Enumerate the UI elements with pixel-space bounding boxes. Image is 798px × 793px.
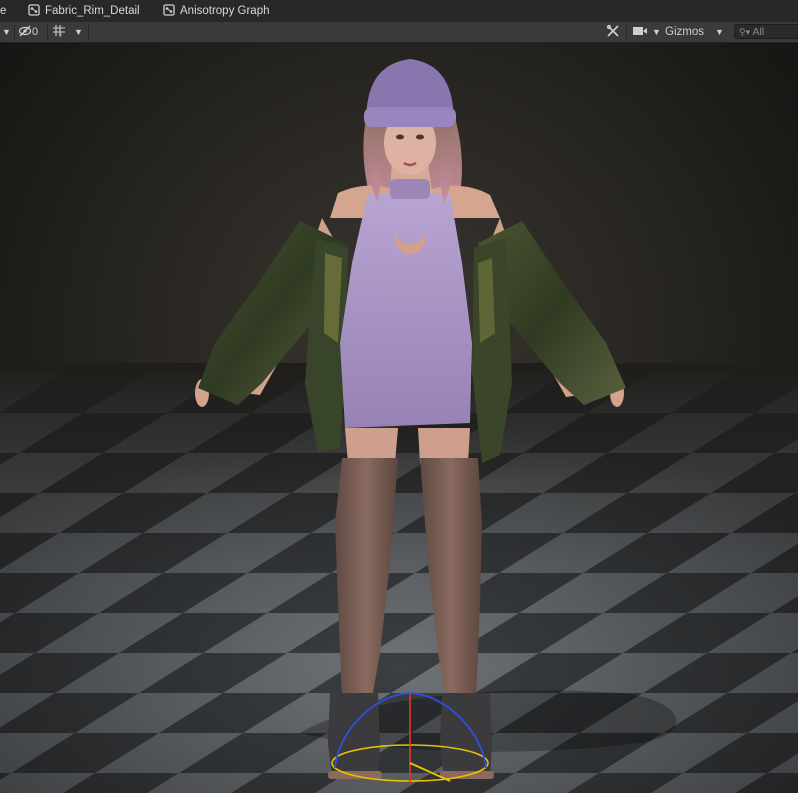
hidden-objects-toggle[interactable]: 0 bbox=[18, 23, 38, 41]
search-icon: ⚲▾ bbox=[739, 27, 751, 37]
tab-previous-partial[interactable]: e bbox=[0, 3, 6, 19]
tab-fabric-rim-detail[interactable]: Fabric_Rim_Detail bbox=[28, 3, 140, 19]
tab-label: Fabric_Rim_Detail bbox=[45, 5, 140, 17]
grid-icon: Y bbox=[53, 25, 65, 40]
gizmos-button[interactable]: Gizmos bbox=[665, 23, 704, 41]
tab-label: Anisotropy Graph bbox=[180, 5, 270, 17]
camera-icon bbox=[633, 27, 647, 35]
shader-graph-icon bbox=[163, 4, 175, 16]
chevron-down-icon[interactable]: ▼ bbox=[652, 23, 661, 41]
scene-viewport[interactable] bbox=[0, 43, 798, 793]
search-input[interactable]: ⚲▾ All bbox=[734, 24, 798, 39]
tools-button[interactable] bbox=[606, 23, 620, 41]
shader-graph-icon bbox=[28, 4, 40, 16]
scene-toolbar: ▼ 0 Y ▼ ▼ Gizmos ▼ ⚲▾ All bbox=[0, 22, 798, 43]
svg-text:Y: Y bbox=[59, 34, 63, 39]
toolbar-divider bbox=[47, 25, 48, 39]
hidden-count: 0 bbox=[32, 26, 39, 38]
toolbar-divider bbox=[14, 25, 15, 39]
editor-tab-bar: e Fabric_Rim_Detail Anisotropy Graph bbox=[0, 0, 798, 23]
tab-anisotropy-graph[interactable]: Anisotropy Graph bbox=[163, 3, 270, 19]
scene-render bbox=[0, 43, 798, 793]
toolbar-divider bbox=[88, 25, 89, 39]
search-placeholder: All bbox=[752, 26, 765, 38]
eye-slash-icon bbox=[18, 25, 32, 37]
chevron-down-icon[interactable]: ▼ bbox=[2, 23, 11, 41]
toolbar-divider bbox=[626, 25, 627, 39]
grid-toggle[interactable]: Y bbox=[52, 23, 66, 41]
chevron-down-icon[interactable]: ▼ bbox=[715, 23, 724, 41]
camera-settings-button[interactable] bbox=[632, 23, 648, 41]
chevron-down-icon[interactable]: ▼ bbox=[74, 23, 83, 41]
tools-icon bbox=[606, 24, 619, 37]
